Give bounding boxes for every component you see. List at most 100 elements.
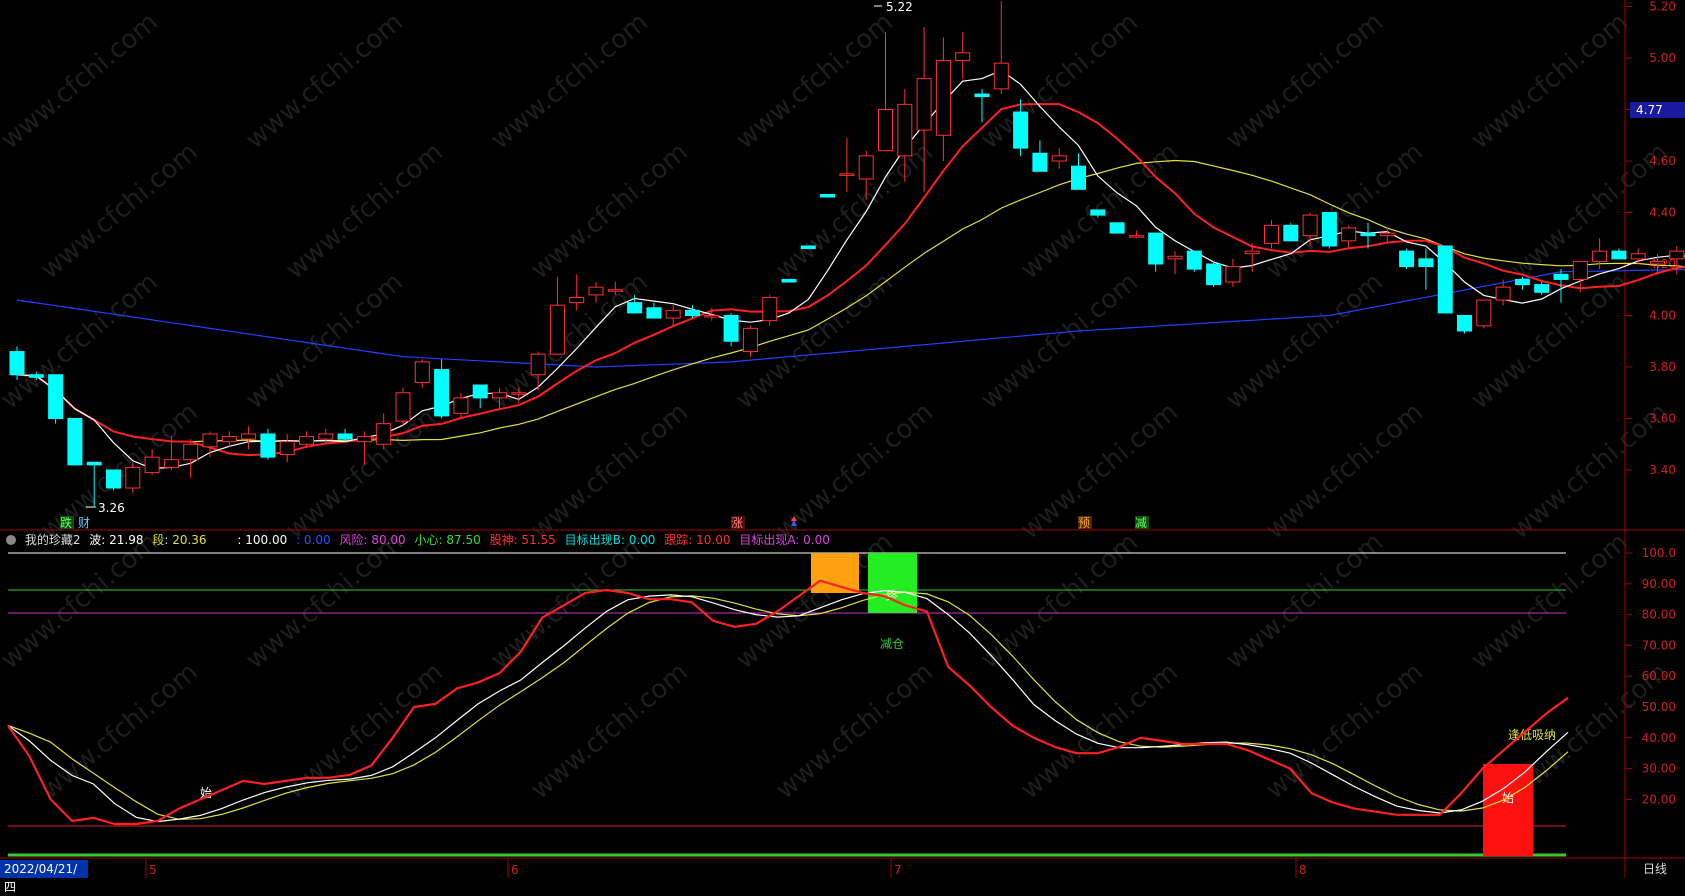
candle-body xyxy=(472,384,488,399)
month-label: 5 xyxy=(149,863,157,877)
candle xyxy=(1534,282,1550,295)
candle-body xyxy=(1341,227,1357,242)
candle-body xyxy=(260,433,276,458)
candle-body xyxy=(28,374,44,378)
candle-body xyxy=(530,353,546,376)
candle-body xyxy=(1225,266,1241,283)
candle-body xyxy=(1148,232,1164,265)
candle xyxy=(183,439,199,478)
candle-body xyxy=(974,93,990,98)
candle xyxy=(955,32,971,79)
watermark-text: www.cfchi.com xyxy=(0,7,164,155)
candle-body xyxy=(453,397,469,414)
watermark-text: www.cfchi.com xyxy=(240,267,409,415)
red-signal-box xyxy=(1483,764,1533,856)
period-label[interactable]: 日线 xyxy=(1625,860,1685,878)
green-signal-box xyxy=(868,553,917,613)
candle-body xyxy=(1128,235,1144,238)
watermark-text: www.cfchi.com xyxy=(35,137,204,285)
date-label: 2022/04/21/四 xyxy=(0,860,88,894)
ind-tick-label: 90.00 xyxy=(1642,577,1676,591)
candle-body xyxy=(1418,258,1434,268)
indicator-name[interactable]: 我的珍藏2 xyxy=(25,533,81,547)
watermark-text: www.cfchi.com xyxy=(1465,527,1634,675)
candle xyxy=(1457,315,1472,334)
candle-body xyxy=(839,173,855,176)
candle-body xyxy=(955,52,971,62)
candle-body xyxy=(1051,155,1067,162)
watermark-text: www.cfchi.com xyxy=(1220,527,1389,675)
candle xyxy=(1206,261,1222,288)
candle-body xyxy=(241,433,257,440)
candle xyxy=(646,302,662,319)
ind-blank: : 100.00 xyxy=(237,533,288,547)
candle xyxy=(1399,248,1415,270)
candle xyxy=(1071,153,1086,190)
ind-zero: : 0.00 xyxy=(296,533,331,547)
jiancang-label: 减仓 xyxy=(880,637,904,651)
candle xyxy=(1148,232,1164,272)
candle xyxy=(337,428,353,442)
candle xyxy=(299,431,314,447)
watermark-layer: www.cfchi.com www.cfchi.com www.cfchi.com w… xyxy=(0,7,1674,805)
candle-body xyxy=(1302,214,1318,237)
month-label: 7 xyxy=(894,863,902,877)
orange-signal-box xyxy=(811,553,859,593)
indicator-header: 我的珍藏2 波: 21.98 段: 20.36 : 100.00 : 0.00 … xyxy=(6,531,835,548)
watermark-text: www.cfchi.com xyxy=(1015,397,1184,545)
candle xyxy=(1264,220,1279,249)
candle xyxy=(1321,212,1337,249)
candle-body xyxy=(144,456,160,474)
price-tick-label: 3.80 xyxy=(1649,360,1676,374)
watermark-text: www.cfchi.com xyxy=(525,397,694,545)
signal-die: 跌 xyxy=(60,515,72,530)
ind-tick-label: 80.00 xyxy=(1642,608,1676,622)
signal-zhang: 涨 xyxy=(731,515,743,530)
candle-body xyxy=(1013,111,1029,149)
candle xyxy=(1128,230,1144,239)
candle xyxy=(935,37,951,161)
watermark-text: www.cfchi.com xyxy=(1220,267,1389,415)
candle xyxy=(48,374,64,424)
candle-body xyxy=(414,361,430,383)
candle xyxy=(762,294,778,326)
candle-body xyxy=(1186,250,1202,270)
candle xyxy=(820,193,836,198)
kline-chart[interactable]: www.cfchi.com www.cfchi.com www.cfchi.com w… xyxy=(0,0,1685,878)
candle-body xyxy=(434,369,450,417)
watermark-text: www.cfchi.com xyxy=(1260,397,1429,545)
watermark-text: www.cfchi.com xyxy=(1465,267,1634,415)
candle-body xyxy=(897,103,913,157)
candle xyxy=(395,387,411,427)
candle xyxy=(202,431,218,458)
candle-body xyxy=(858,155,874,180)
candle-body xyxy=(1206,263,1222,286)
watermark-text: www.cfchi.com xyxy=(485,267,654,415)
candle xyxy=(569,274,585,311)
price-tick-label: 4.00 xyxy=(1649,309,1676,323)
collapse-icon[interactable] xyxy=(6,535,16,545)
time-axis: 5 6 7 8 xyxy=(145,858,1307,878)
ind-tick-label: 20.00 xyxy=(1642,792,1676,806)
candle-body xyxy=(1592,250,1608,262)
price-tick-label: 4.40 xyxy=(1649,206,1676,220)
candle-body xyxy=(800,245,816,250)
candle xyxy=(434,359,450,419)
candle xyxy=(549,276,565,355)
candle xyxy=(1341,225,1357,249)
ind-tick-label: 60.00 xyxy=(1642,669,1676,683)
ind-gushen: 股神: 51.55 xyxy=(489,533,556,547)
watermark-text: www.cfchi.com xyxy=(770,657,939,805)
watermark-text: www.cfchi.com xyxy=(240,7,409,155)
ind-tick-label: 50.00 xyxy=(1642,700,1676,714)
candle-body xyxy=(221,436,237,443)
candle xyxy=(1283,222,1299,242)
signal-yu: 预 xyxy=(1078,516,1090,530)
candle-body xyxy=(1244,250,1260,255)
candle-body xyxy=(1032,152,1048,172)
candle xyxy=(241,426,257,450)
candle xyxy=(800,245,816,250)
candle-body xyxy=(67,418,83,466)
signal-cai: 财 xyxy=(78,516,90,530)
candle-body xyxy=(916,78,932,131)
